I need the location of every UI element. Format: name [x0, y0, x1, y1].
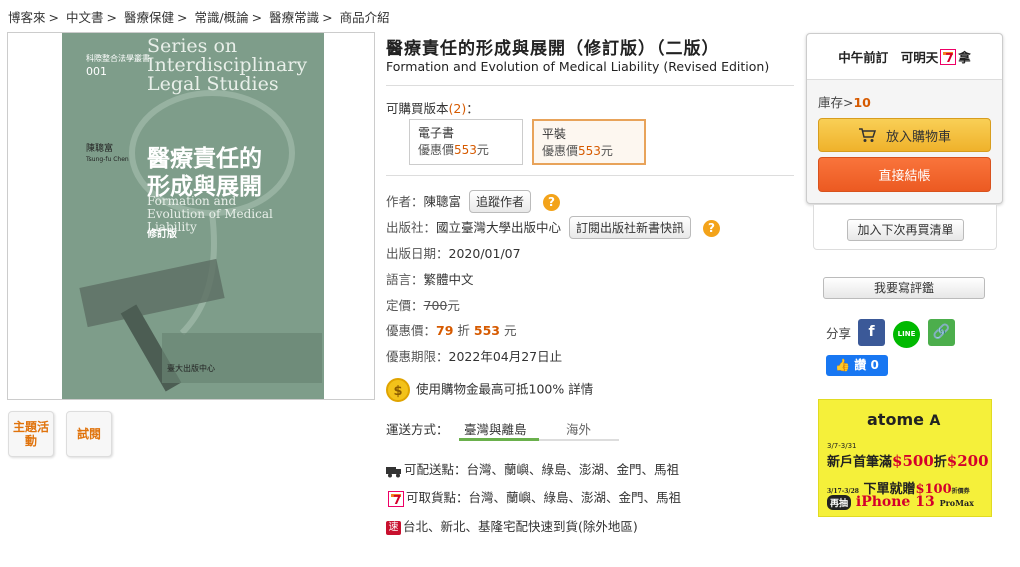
version-ebook[interactable]: 電子書 優惠價553元: [409, 119, 523, 165]
add-to-cart-button[interactable]: 放入購物車: [818, 118, 991, 152]
tab-active-indicator: [459, 438, 539, 441]
sale-period-row: 優惠期限：2022年04月27日止: [386, 349, 563, 364]
shipping-tabs: 運送方式： 臺灣與離島 海外: [386, 419, 591, 438]
wishlist-box: 加入下次再買清單: [813, 204, 997, 250]
version-name: 平裝: [542, 127, 567, 141]
facebook-like-button[interactable]: 👍 讚 0: [826, 355, 888, 376]
line-icon[interactable]: LINE: [893, 319, 920, 348]
divider: [386, 175, 794, 176]
cover-title: 醫療責任的 形成與展開: [147, 145, 262, 200]
book-cover-image[interactable]: 科際整合法學叢書 001 Series on Interdisciplinary…: [62, 33, 324, 399]
credit-detail-link[interactable]: 詳情: [568, 382, 593, 397]
fast-delivery-row: 速台北、新北、基隆宅配快速到貨(除外地區): [386, 516, 638, 535]
follow-author-button[interactable]: 追蹤作者: [469, 190, 532, 213]
thumbs-up-icon: 👍: [835, 358, 851, 372]
product-title: 醫療責任的形成與展開（修訂版）（二版）: [386, 39, 720, 59]
tab-overseas[interactable]: 海外: [566, 419, 591, 438]
help-icon[interactable]: ?: [543, 194, 561, 211]
help-icon[interactable]: ?: [703, 220, 721, 237]
author-row: 作者：陳聰富 追蹤作者 ?: [386, 190, 561, 213]
product-title-english: Formation and Evolution of Medical Liabi…: [386, 59, 770, 74]
theme-activity-button[interactable]: 主題活動: [8, 411, 54, 457]
breadcrumb-item[interactable]: 常識/概論: [194, 10, 248, 25]
sale-price-row: 優惠價：79 折 553 元: [386, 323, 517, 338]
cover-series-tag: 科際整合法學叢書: [86, 54, 150, 63]
breadcrumb-item[interactable]: 醫療常識: [269, 10, 319, 25]
list-price-row: 定價：700元: [386, 298, 460, 313]
language-row: 語言：繁體中文: [386, 272, 474, 287]
cover-publisher: 臺大出版中心: [167, 364, 215, 373]
truck-icon: [386, 466, 401, 477]
publisher-link[interactable]: 國立臺灣大學出版中心: [436, 220, 561, 235]
cover-series-english: Series on Interdisciplinary Legal Studie…: [147, 35, 308, 95]
breadcrumb-item[interactable]: 中文書: [66, 10, 104, 25]
write-review-button[interactable]: 我要寫評鑑: [823, 277, 985, 299]
author-link[interactable]: 陳聰富: [424, 194, 462, 209]
divider: [386, 85, 794, 86]
subscribe-publisher-button[interactable]: 訂閱出版社新書快訊: [569, 216, 692, 239]
add-to-wishlist-button[interactable]: 加入下次再買清單: [847, 219, 964, 241]
book-cover-frame[interactable]: 科際整合法學叢書 001 Series on Interdisciplinary…: [7, 32, 375, 400]
seven-eleven-icon: [940, 48, 957, 66]
atome-logo: atome A: [867, 410, 941, 429]
tab-track: [539, 439, 619, 441]
next-day-pickup-banner: 中午前訂 可明天拿: [807, 34, 1002, 80]
fast-delivery-icon: 速: [386, 520, 401, 535]
coin-icon: $: [386, 378, 410, 402]
atome-ad-banner[interactable]: atome A 3/7-3/31 新戶首筆滿$500折$200 3/17-3/2…: [818, 399, 992, 517]
facebook-icon[interactable]: f: [858, 319, 885, 346]
breadcrumb-item[interactable]: 醫療保健: [124, 10, 174, 25]
link-icon[interactable]: 🔗: [928, 319, 955, 346]
breadcrumb-item[interactable]: 博客來: [8, 10, 46, 25]
shipping-label: 運送方式：: [386, 422, 449, 437]
cover-series-number: 001: [86, 65, 107, 78]
cart-icon: [858, 127, 876, 142]
publish-date-row: 出版日期：2020/01/07: [386, 246, 521, 261]
pickup-points-row: 可取貨點：台灣、蘭嶼、綠島、澎湖、金門、馬祖: [386, 487, 681, 508]
tab-taiwan[interactable]: 臺灣與離島: [464, 419, 527, 438]
version-name: 電子書: [418, 126, 455, 140]
available-versions-label: 可購買版本(2)：: [386, 101, 479, 116]
publisher-row: 出版社：國立臺灣大學出版中心 訂閱出版社新書快訊 ?: [386, 216, 721, 239]
delivery-points-row: 可配送點：台灣、蘭嶼、綠島、澎湖、金門、馬祖: [386, 459, 679, 478]
cover-author: 陳聰富 Tsung-fu Chen: [86, 144, 129, 163]
cover-edition: 修訂版: [147, 229, 177, 240]
breadcrumb-current: 商品介紹: [339, 10, 390, 25]
buy-box: 中午前訂 可明天拿 庫存>10 放入購物車 直接結帳: [806, 33, 1003, 204]
seven-eleven-icon: [388, 490, 404, 508]
breadcrumb: 博客來 > 中文書 > 醫療保健 > 常識/概論 > 醫療常識 > 商品介紹: [8, 10, 390, 25]
preview-button[interactable]: 試閱: [66, 411, 112, 457]
version-paperback[interactable]: 平裝 優惠價553元: [532, 119, 646, 165]
stock-info: 庫存>10: [818, 95, 871, 110]
checkout-button[interactable]: 直接結帳: [818, 157, 991, 192]
share-label: 分享: [826, 326, 852, 341]
shopping-credit-row: $ 使用購物金最高可抵100% 詳情: [386, 378, 593, 402]
